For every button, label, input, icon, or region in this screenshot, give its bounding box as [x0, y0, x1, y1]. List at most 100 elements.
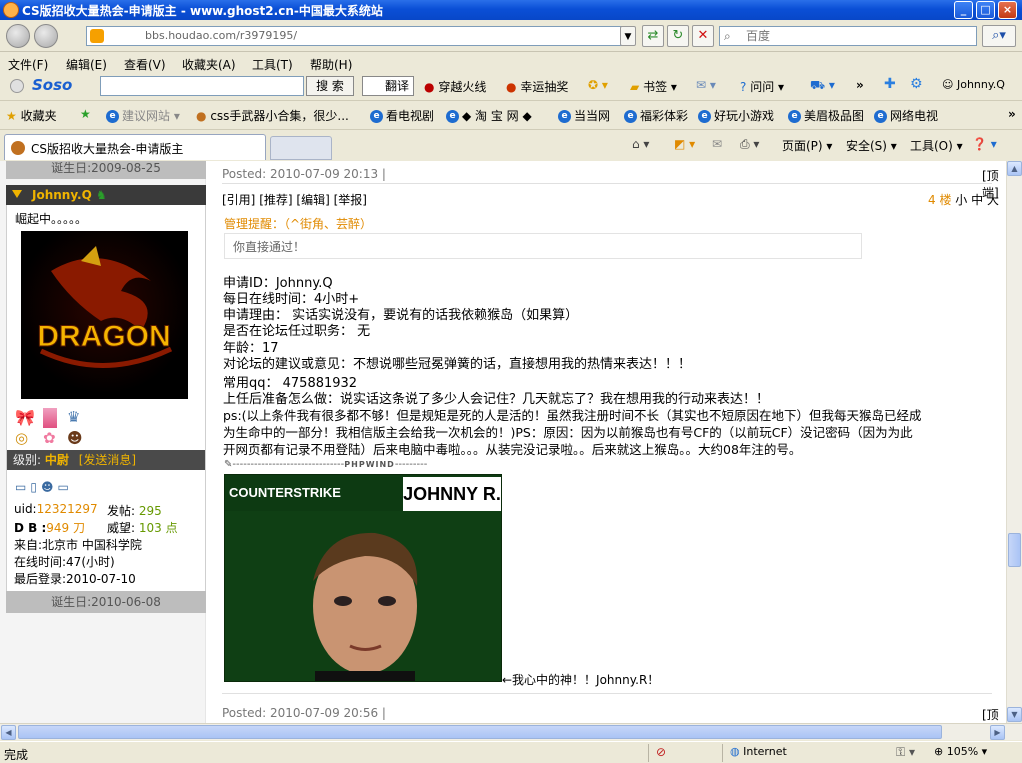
home-icon[interactable]: ⌂ ▾	[632, 137, 649, 151]
fav-link-2[interactable]: e ◆ 淘 宝 网 ◆	[446, 107, 532, 124]
help-menu-icon[interactable]: ❓ ▾	[972, 137, 997, 151]
favorites-star-icon: ★	[6, 109, 17, 123]
flower-icon[interactable]: ✿	[43, 429, 56, 447]
new-tab-button[interactable]	[270, 136, 332, 160]
fav-link-4-label: 福彩体彩	[640, 109, 689, 123]
page-menu[interactable]: 页面(P) ▾	[782, 137, 832, 154]
medal-icon[interactable]: 🎀	[15, 408, 35, 427]
help-icon: ?	[740, 80, 747, 94]
protected-mode-icon[interactable]: ⚿ ▾	[896, 745, 915, 760]
menu-view[interactable]: 查看(V)	[124, 56, 166, 73]
favbar-overflow-icon[interactable]: »	[1008, 107, 1016, 121]
suggested-sites[interactable]: e 建议网站 ▾	[106, 107, 180, 124]
search-go-button[interactable]: ⌕▾	[982, 25, 1016, 47]
bookmarks-menu[interactable]: ▰ 书签 ▾	[630, 78, 677, 95]
blocked-icon[interactable]: ⊘	[656, 745, 666, 759]
minimize-button[interactable]: _	[954, 1, 973, 19]
menu-help[interactable]: 帮助(H)	[310, 56, 352, 73]
maximize-button[interactable]: □	[976, 1, 995, 19]
toolbar-close-icon[interactable]	[10, 79, 24, 93]
tools-menu[interactable]: 工具(O) ▾	[910, 137, 963, 154]
ask-link[interactable]: ? 问问 ▾	[740, 78, 784, 95]
feeds-icon[interactable]: ◩ ▾	[674, 137, 695, 151]
menu-favorites[interactable]: 收藏夹(A)	[182, 56, 236, 73]
author-signature: 崛起中。。。。。	[15, 212, 88, 226]
author-name[interactable]: Johnny.Q	[32, 188, 92, 202]
fav-link-0[interactable]: ● css手武器小合集，很少...	[196, 107, 349, 124]
vertical-scrollbar[interactable]: ▲ ▼	[1006, 161, 1022, 723]
coins-icon[interactable]: ◎	[15, 429, 28, 447]
mail-icon[interactable]: ✉ ▾	[696, 78, 716, 92]
search-input[interactable]: 百度	[719, 26, 977, 46]
star-icon[interactable]: ✪ ▾	[588, 78, 608, 92]
menu-bar: 文件(F) 编辑(E) 查看(V) 收藏夹(A) 工具(T) 帮助(H)	[0, 53, 1022, 73]
back-icon[interactable]	[6, 24, 30, 48]
horizontal-scroll-thumb[interactable]	[18, 725, 942, 739]
cart-icon[interactable]: ⛟ ▾	[810, 78, 835, 94]
scroll-right-icon[interactable]: ▶	[990, 725, 1005, 740]
edit-link[interactable]: [编辑]	[296, 193, 329, 207]
forward-icon[interactable]	[34, 24, 58, 48]
send-message-link[interactable]: [发送消息]	[79, 453, 136, 467]
font-small[interactable]: 小	[955, 193, 967, 207]
collapse-triangle-icon[interactable]	[12, 190, 22, 198]
fav-link-1[interactable]: e 看电视剧	[370, 107, 434, 124]
globe-icon: ◍	[730, 745, 740, 758]
fav-link-7[interactable]: e 网络电视	[874, 107, 938, 124]
add-icon[interactable]: ✚	[884, 76, 896, 92]
menu-edit[interactable]: 编辑(E)	[66, 56, 107, 73]
address-input[interactable]: bbs.houdao.com/r3979195/	[86, 26, 634, 46]
safety-menu-label: 安全(S)	[846, 139, 887, 153]
scroll-up-icon[interactable]: ▲	[1007, 161, 1022, 176]
next-post-timestamp: Posted: 2010-07-09 20:56 |	[222, 706, 386, 720]
overflow-chevron-icon[interactable]: »	[856, 78, 864, 92]
lottery-link[interactable]: ● 幸运抽奖	[506, 78, 568, 95]
menu-tools[interactable]: 工具(T)	[252, 56, 293, 73]
medal-ribbon-icon[interactable]	[43, 408, 57, 428]
report-link[interactable]: [举报]	[334, 193, 367, 207]
phpwind-brand: PHPWIND	[344, 460, 395, 469]
safety-menu[interactable]: 安全(S) ▾	[846, 137, 897, 154]
posts-value: 295	[138, 504, 162, 518]
trophy-icon[interactable]: ♛	[67, 408, 80, 426]
from-location: 来自:北京市 中国科学院	[14, 538, 142, 552]
cf-game-link[interactable]: ● 穿越火线	[424, 78, 486, 95]
fav-link-6[interactable]: e 美眉极品图	[788, 107, 864, 124]
font-large[interactable]: 大	[987, 193, 999, 207]
top-link-2[interactable]: [顶端]	[982, 706, 1006, 723]
zoom-level: 105%	[946, 745, 979, 758]
close-button[interactable]: ×	[998, 1, 1017, 19]
quote-link[interactable]: [引用]	[222, 193, 255, 207]
compat-view-icon[interactable]: ⇄	[642, 25, 664, 47]
user-account[interactable]: ☺ Johnny.Q	[942, 78, 1005, 91]
profile-action-icons[interactable]: ▭▯☻▭	[15, 480, 73, 494]
signature-image[interactable]: COUNTERSTRIKE JOHNNY R.	[224, 474, 502, 682]
recommend-link[interactable]: [推荐]	[259, 193, 292, 207]
vertical-scroll-thumb[interactable]	[1008, 533, 1021, 567]
menu-file[interactable]: 文件(F)	[8, 56, 48, 73]
fav-link-4[interactable]: e 福彩体彩	[624, 107, 688, 124]
horizontal-scrollbar[interactable]: ◀ ▶	[0, 723, 1022, 740]
translate-button[interactable]: 翻译	[362, 76, 414, 96]
address-dropdown[interactable]: ▼	[620, 26, 636, 46]
scroll-down-icon[interactable]: ▼	[1007, 707, 1022, 722]
tab-active[interactable]: CS版招收大量热会-申请版主	[4, 134, 266, 160]
character-icon[interactable]: ☻	[67, 429, 83, 447]
stop-icon[interactable]: ✕	[692, 25, 714, 47]
security-zone[interactable]: ◍ Internet	[730, 745, 787, 758]
scroll-left-icon[interactable]: ◀	[1, 725, 16, 740]
toolbar-search-input[interactable]	[100, 76, 304, 96]
online-time: 在线时间:47(小时)	[14, 555, 115, 569]
fav-link-5[interactable]: e 好玩小游戏	[698, 107, 774, 124]
settings-gear-icon[interactable]: ⚙	[910, 76, 923, 92]
print-icon[interactable]: ⎙ ▾	[740, 137, 759, 152]
fav-link-3[interactable]: e 当当网	[558, 107, 610, 124]
read-mail-icon[interactable]: ✉	[712, 137, 722, 151]
favorites-button[interactable]: ★ 收藏夹	[6, 107, 57, 124]
zoom-control[interactable]: ⊕ 105% ▾	[934, 745, 987, 758]
add-favorite-icon[interactable]: ★	[80, 107, 91, 121]
refresh-icon[interactable]: ↻	[667, 25, 689, 47]
font-medium[interactable]: 中	[971, 193, 983, 207]
toolbar-search-button[interactable]: 搜 索	[306, 76, 354, 96]
author-avatar[interactable]: DRAGON	[21, 231, 188, 399]
